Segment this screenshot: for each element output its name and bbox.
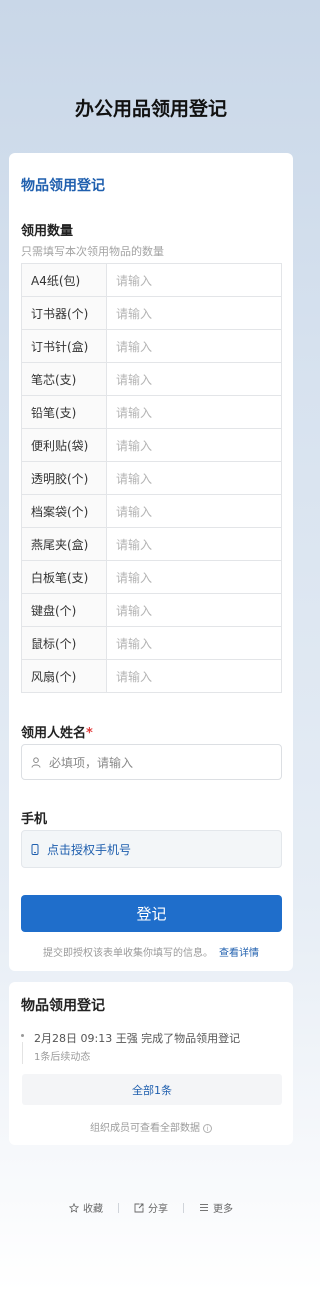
item-name: A4纸(包) xyxy=(21,263,107,297)
item-name: 风扇(个) xyxy=(21,659,107,693)
collect-label: 收藏 xyxy=(83,1204,103,1215)
more-label: 更多 xyxy=(213,1204,233,1215)
quantity-input[interactable]: 请输入 xyxy=(106,494,282,528)
view-all-button[interactable]: 全部1条 xyxy=(22,1074,282,1105)
quantity-input[interactable]: 请输入 xyxy=(106,527,282,561)
quantity-label: 领用数量 xyxy=(21,224,74,239)
quantity-input[interactable]: 请输入 xyxy=(106,296,282,330)
more-button[interactable]: 更多 xyxy=(184,1200,248,1215)
collect-button[interactable]: 收藏 xyxy=(54,1200,118,1215)
star-icon xyxy=(69,1202,79,1213)
authorize-phone-button[interactable]: 点击授权手机号 xyxy=(21,830,282,868)
quantity-row: 白板笔(支) 请输入 xyxy=(21,560,282,594)
item-name: 燕尾夹(盒) xyxy=(21,527,107,561)
item-name: 订书针(盒) xyxy=(21,329,107,363)
quantity-row: A4纸(包) 请输入 xyxy=(21,263,282,297)
quantity-row: 透明胶(个) 请输入 xyxy=(21,461,282,495)
required-mark: * xyxy=(86,726,93,741)
info-icon[interactable]: i xyxy=(203,1124,212,1133)
item-name: 档案袋(个) xyxy=(21,494,107,528)
item-name: 键盘(个) xyxy=(21,593,107,627)
org-note-text: 组织成员可查看全部数据 xyxy=(90,1123,200,1134)
quantity-input[interactable]: 请输入 xyxy=(106,263,282,297)
authorize-phone-label: 点击授权手机号 xyxy=(47,842,132,857)
quantity-row: 便利贴(袋) 请输入 xyxy=(21,428,282,462)
quantity-row: 燕尾夹(盒) 请输入 xyxy=(21,527,282,561)
quantity-row: 笔芯(支) 请输入 xyxy=(21,362,282,396)
share-button[interactable]: 分享 xyxy=(119,1200,183,1215)
quantity-input[interactable]: 请输入 xyxy=(106,395,282,429)
quantity-row: 订书器(个) 请输入 xyxy=(21,296,282,330)
quantity-input[interactable]: 请输入 xyxy=(106,329,282,363)
item-name: 白板笔(支) xyxy=(21,560,107,594)
activity-title: 物品领用登记 xyxy=(21,998,105,1014)
phone-field-label: 手机 xyxy=(21,812,48,827)
quantity-input[interactable]: 请输入 xyxy=(106,626,282,660)
name-input[interactable]: 必填项，请输入 xyxy=(21,744,282,780)
quantity-input[interactable]: 请输入 xyxy=(106,560,282,594)
quantity-input[interactable]: 请输入 xyxy=(106,428,282,462)
item-name: 透明胶(个) xyxy=(21,461,107,495)
quantity-row: 风扇(个) 请输入 xyxy=(21,659,282,693)
quantity-hint: 只需填写本次领用物品的数量 xyxy=(21,245,164,258)
quantity-row: 订书针(盒) 请输入 xyxy=(21,329,282,363)
item-name: 鼠标(个) xyxy=(21,626,107,660)
quantity-row: 铅笔(支) 请输入 xyxy=(21,395,282,429)
quantity-input[interactable]: 请输入 xyxy=(106,659,282,693)
name-input-placeholder: 必填项，请输入 xyxy=(49,755,134,770)
phone-icon xyxy=(31,843,39,855)
name-field-label: 领用人姓名* xyxy=(21,726,93,741)
quantity-input[interactable]: 请输入 xyxy=(106,362,282,396)
consent-details-link[interactable]: 查看详情 xyxy=(219,948,259,959)
form-card: 物品领用登记 领用数量 只需填写本次领用物品的数量 A4纸(包) 请输入 订书器(个… xyxy=(9,153,293,971)
page-title: 办公用品领用登记 xyxy=(74,98,227,120)
item-name: 便利贴(袋) xyxy=(21,428,107,462)
quantity-row: 鼠标(个) 请输入 xyxy=(21,626,282,660)
bottom-toolbar: 收藏 分享 更多 xyxy=(0,1200,302,1215)
item-name: 铅笔(支) xyxy=(21,395,107,429)
org-note: 组织成员可查看全部数据 i xyxy=(9,1119,293,1134)
share-label: 分享 xyxy=(148,1204,168,1215)
quantity-row: 键盘(个) 请输入 xyxy=(21,593,282,627)
quantity-input[interactable]: 请输入 xyxy=(106,593,282,627)
quantity-input[interactable]: 请输入 xyxy=(106,461,282,495)
consent-text: 提交即授权该表单收集你填写的信息。 xyxy=(43,948,213,959)
share-icon xyxy=(134,1203,144,1212)
feed-item-text: 2月28日 09:13 王强 完成了物品领用登记 xyxy=(34,1032,241,1045)
quantity-row: 档案袋(个) 请输入 xyxy=(21,494,282,528)
feed-dot xyxy=(21,1034,24,1037)
submit-button[interactable]: 登记 xyxy=(21,895,282,932)
form-title: 物品领用登记 xyxy=(21,178,105,194)
user-icon xyxy=(31,756,41,768)
activity-card: 物品领用登记 2月28日 09:13 王强 完成了物品领用登记 1条后续动态 全… xyxy=(9,982,293,1145)
item-name: 笔芯(支) xyxy=(21,362,107,396)
item-name: 订书器(个) xyxy=(21,296,107,330)
consent-notice: 提交即授权该表单收集你填写的信息。 查看详情 xyxy=(9,944,293,959)
feed-timeline xyxy=(22,1042,23,1064)
feed-item-followups[interactable]: 1条后续动态 xyxy=(34,1048,90,1063)
menu-icon xyxy=(200,1204,208,1211)
quantity-table: A4纸(包) 请输入 订书器(个) 请输入 订书针(盒) 请输入 笔芯(支) 请输入 铅笔(支)… xyxy=(21,263,282,693)
